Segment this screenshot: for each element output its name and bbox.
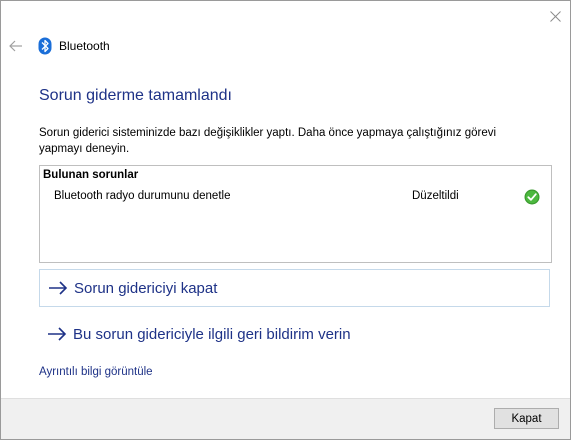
problem-status: Düzeltildi bbox=[412, 190, 459, 202]
window-title: Bluetooth bbox=[59, 39, 110, 53]
check-circle-icon bbox=[524, 189, 540, 205]
problems-header: Bulunan sorunlar bbox=[43, 169, 139, 181]
bluetooth-icon bbox=[38, 37, 52, 55]
page-heading: Sorun giderme tamamlandı bbox=[39, 87, 232, 104]
view-details-link[interactable]: Ayrıntılı bilgi görüntüle bbox=[39, 366, 153, 378]
back-button[interactable] bbox=[5, 35, 27, 57]
close-troubleshooter-link[interactable]: Sorun gidericiyi kapat bbox=[39, 269, 550, 307]
arrow-right-icon bbox=[49, 281, 68, 295]
give-feedback-link[interactable]: Bu sorun gidericiyle ilgili geri bildiri… bbox=[39, 315, 550, 353]
close-icon bbox=[549, 10, 561, 22]
footer-bar: Kapat bbox=[1, 398, 570, 439]
problems-found-panel: Bulunan sorunlar Bluetooth radyo durumun… bbox=[39, 165, 552, 263]
give-feedback-label: Bu sorun gidericiyle ilgili geri bildiri… bbox=[73, 325, 351, 343]
close-troubleshooter-label: Sorun gidericiyi kapat bbox=[74, 279, 218, 297]
result-description: Sorun giderici sisteminizde bazı değişik… bbox=[39, 127, 497, 155]
window-close-button[interactable] bbox=[541, 3, 569, 29]
problem-name: Bluetooth radyo durumunu denetle bbox=[54, 190, 231, 202]
close-button[interactable]: Kapat bbox=[494, 408, 559, 429]
arrow-left-icon bbox=[9, 40, 22, 52]
troubleshooter-window: Bluetooth Sorun giderme tamamlandı Sorun… bbox=[0, 0, 571, 440]
problem-row[interactable]: Bluetooth radyo durumunu denetle Düzelti… bbox=[40, 188, 551, 208]
arrow-right-icon bbox=[48, 327, 67, 341]
